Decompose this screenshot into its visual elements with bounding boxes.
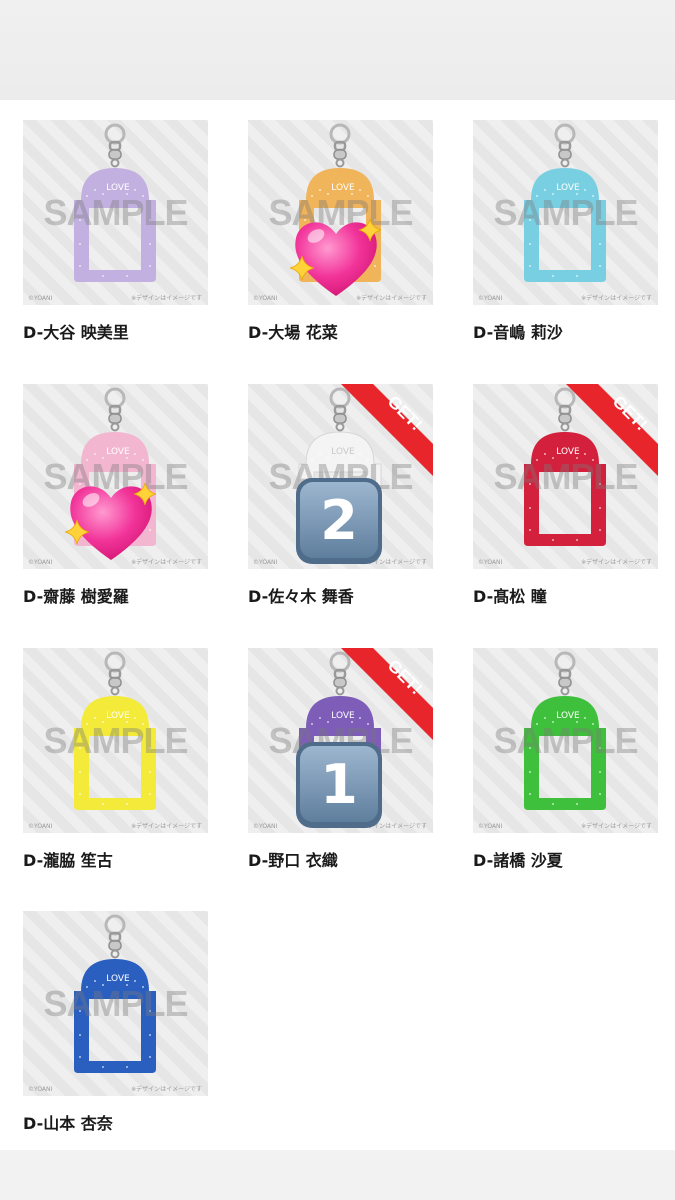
- top-bar: [0, 0, 675, 100]
- item-name: D-山本 杏奈: [23, 1114, 113, 1133]
- item-thumbnail[interactable]: LOVE SAMPLE ©YOANI ※デザインはイメージです: [23, 911, 208, 1096]
- item-name: D-諸橋 沙夏: [473, 851, 563, 870]
- keychain-image: LOVE: [524, 651, 606, 810]
- keychain-image: LOVE: [74, 123, 156, 282]
- sparkling-heart-icon: [290, 218, 382, 296]
- keycap-number-icon: 1: [296, 742, 382, 828]
- copyright-text: ©YOANI: [253, 295, 278, 302]
- item-card[interactable]: LOVE SAMPLE ©YOANI ※デザインはイメージです GET! D-髙松 瞳: [473, 384, 658, 607]
- item-card[interactable]: LOVE SAMPLE ©YOANI ※デザインはイメージです D-瀧脇 笙古: [23, 648, 208, 871]
- keycap-number: 1: [320, 753, 358, 816]
- item-name: D-音嶋 莉沙: [473, 323, 563, 342]
- item-card[interactable]: LOVE SAMPLE ©YOANI ※デザインはイメージです D-山本 杏奈: [23, 911, 208, 1134]
- sparkling-heart-icon: [65, 482, 157, 560]
- keychain-image: LOVE: [524, 123, 606, 282]
- item-name: D-大場 花菜: [248, 323, 338, 342]
- item-thumbnail[interactable]: LOVE SAMPLE ©YOANI ※デザインはイメージです: [473, 648, 658, 833]
- copyright-text: ©YOANI: [253, 823, 278, 830]
- image-note: ※デザインはイメージです: [131, 823, 202, 830]
- item-name: D-野口 衣織: [248, 851, 338, 870]
- copyright-text: ©YOANI: [478, 559, 503, 566]
- charm-label: LOVE: [106, 183, 130, 193]
- item-grid-panel: LOVE SAMPLE ©YOANI ※デザインはイメージです D-大谷 映美里 LOVE…: [0, 100, 675, 1150]
- copyright-text: ©YOANI: [478, 295, 503, 302]
- charm-label: LOVE: [556, 711, 580, 721]
- get-ribbon: GET!: [341, 384, 433, 476]
- item-name: D-髙松 瞳: [473, 587, 547, 606]
- item-thumbnail[interactable]: LOVE SAMPLE ©YOANI ※デザインはイメージです GET!: [473, 384, 658, 569]
- copyright-text: ©YOANI: [28, 295, 53, 302]
- copyright-text: ©YOANI: [28, 559, 53, 566]
- image-note: ※デザインはイメージです: [581, 559, 652, 566]
- item-card[interactable]: LOVE SAMPLE ©YOANI ※デザインはイメージです D-大谷 映美里: [23, 120, 208, 343]
- item-name: D-齋藤 樹愛羅: [23, 587, 129, 606]
- image-note: ※デザインはイメージです: [581, 295, 652, 302]
- item-name: D-瀧脇 笙古: [23, 851, 113, 870]
- keycap-number-icon: 2: [296, 478, 382, 564]
- item-thumbnail[interactable]: LOVE SAMPLE ©YOANI ※デザインはイメージです: [473, 120, 658, 305]
- copyright-text: ©YOANI: [28, 1086, 53, 1093]
- image-note: ※デザインはイメージです: [581, 823, 652, 830]
- copyright-text: ©YOANI: [28, 823, 53, 830]
- image-note: ※デザインはイメージです: [131, 295, 202, 302]
- item-name: D-大谷 映美里: [23, 323, 129, 342]
- charm-label: LOVE: [556, 183, 580, 193]
- item-thumbnail[interactable]: LOVE SAMPLE ©YOANI ※デザインはイメージです: [23, 648, 208, 833]
- copyright-text: ©YOANI: [253, 559, 278, 566]
- charm-label: LOVE: [106, 711, 130, 721]
- item-thumbnail[interactable]: LOVE SAMPLE ©YOANI ※デザインはイメージです: [23, 120, 208, 305]
- keychain-image: LOVE: [74, 914, 156, 1073]
- keycap-number: 2: [320, 489, 358, 552]
- copyright-text: ©YOANI: [478, 823, 503, 830]
- item-name: D-佐々木 舞香: [248, 587, 354, 606]
- get-ribbon: GET!: [341, 648, 433, 740]
- item-card[interactable]: LOVE SAMPLE ©YOANI ※デザインはイメージです D-諸橋 沙夏: [473, 648, 658, 871]
- image-note: ※デザインはイメージです: [131, 1086, 202, 1093]
- item-card[interactable]: LOVE SAMPLE ©YOANI ※デザインはイメージです D-音嶋 莉沙: [473, 120, 658, 343]
- charm-label: LOVE: [331, 183, 355, 193]
- charm-label: LOVE: [106, 447, 130, 457]
- keychain-image: LOVE: [74, 651, 156, 810]
- get-ribbon: GET!: [566, 384, 658, 476]
- charm-label: LOVE: [106, 974, 130, 984]
